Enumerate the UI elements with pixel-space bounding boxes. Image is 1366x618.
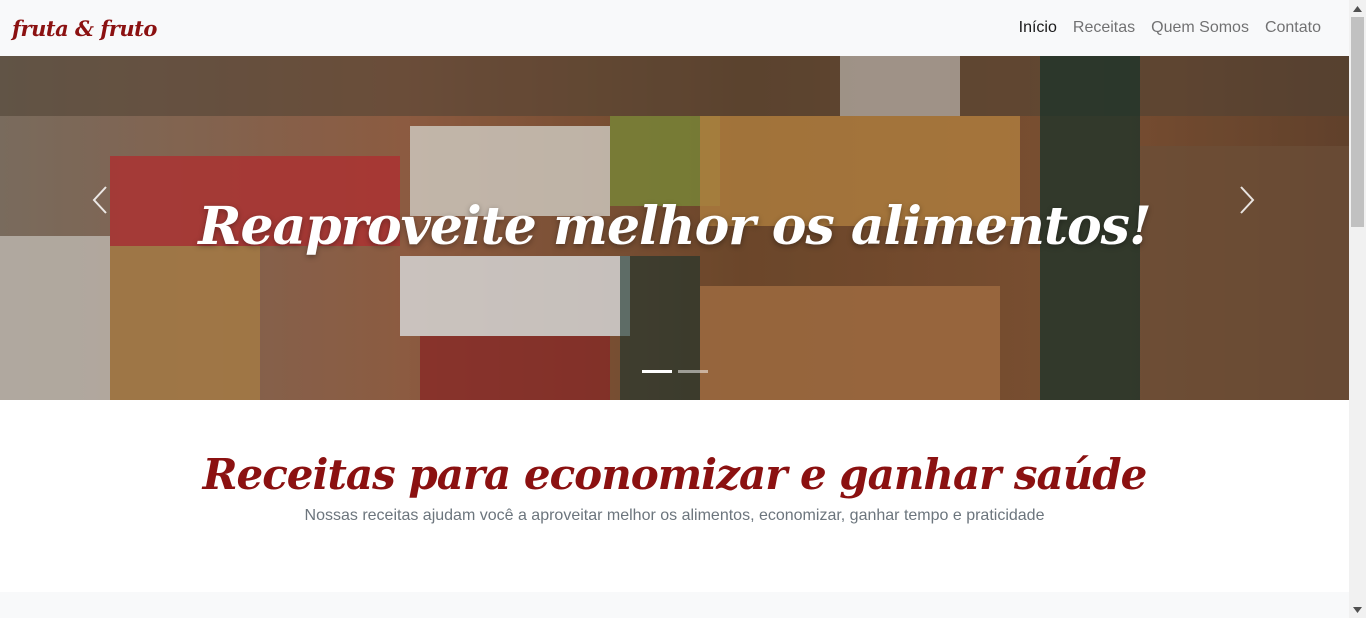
carousel-caption: Reaproveite melhor os alimentos! [198,196,1152,257]
carousel-indicator-1[interactable] [641,370,672,373]
nav-link-contato[interactable]: Contato [1257,19,1329,37]
navbar: fruta & fruto Início Receitas Quem Somos… [0,0,1349,56]
nav-link-receitas[interactable]: Receitas [1065,19,1143,37]
nav-link-inicio[interactable]: Início [1011,19,1065,37]
section-title: Receitas para economizar e ganhar saúde [202,450,1148,499]
section-subtitle: Nossas receitas ajudam você a aproveitar… [304,507,1045,524]
page-scrollbar[interactable] [1349,0,1366,618]
nav-link-quem-somos[interactable]: Quem Somos [1143,19,1257,37]
scroll-thumb[interactable] [1351,17,1364,227]
recipes-intro-section: Receitas para economizar e ganhar saúde … [0,400,1349,592]
carousel-indicator-2[interactable] [677,370,708,373]
carousel-indicators [0,370,1349,373]
scroll-down-icon[interactable] [1349,601,1366,618]
next-section-strip [0,592,1349,618]
brand-logo[interactable]: fruta & fruto [12,16,157,41]
hero-carousel: Reaproveite melhor os alimentos! [0,56,1349,400]
nav-links: Início Receitas Quem Somos Contato [1011,19,1329,37]
scroll-up-icon[interactable] [1349,0,1366,17]
